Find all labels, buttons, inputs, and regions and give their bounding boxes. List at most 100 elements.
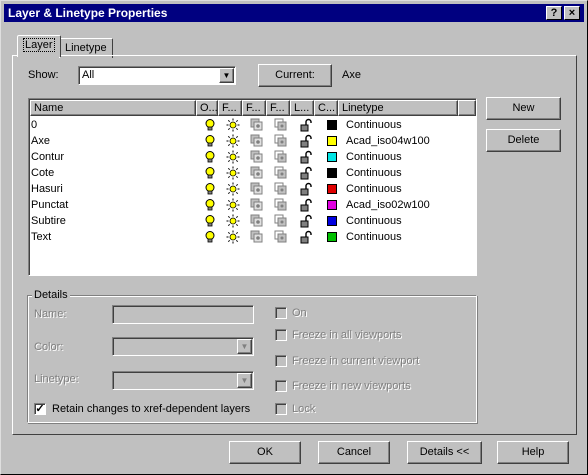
layer-linetype[interactable]: Continuous <box>346 117 402 133</box>
padlock-open-icon[interactable] <box>299 166 313 180</box>
lightbulb-icon[interactable] <box>203 134 217 148</box>
lock-checkbox[interactable] <box>275 403 287 415</box>
help-button[interactable]: Help <box>497 441 569 464</box>
table-row[interactable]: Text Continuous <box>30 229 475 245</box>
new-viewport-freeze-icon[interactable] <box>274 198 288 212</box>
table-row[interactable]: 0 Continuous <box>30 117 475 133</box>
viewport-freeze-icon[interactable] <box>250 118 264 132</box>
color-swatch[interactable] <box>327 232 337 242</box>
new-viewport-freeze-icon[interactable] <box>274 118 288 132</box>
new-viewport-freeze-icon[interactable] <box>274 134 288 148</box>
padlock-open-icon[interactable] <box>299 150 313 164</box>
color-dropdown[interactable]: ▼ <box>112 337 254 356</box>
chevron-down-icon[interactable]: ▼ <box>237 373 252 388</box>
column-header-freeze-new[interactable]: F... <box>266 100 290 116</box>
viewport-freeze-icon[interactable] <box>250 230 264 244</box>
freeze-current-viewport-checkbox[interactable] <box>275 355 287 367</box>
layer-linetype[interactable]: Continuous <box>346 149 402 165</box>
padlock-open-icon[interactable] <box>299 198 313 212</box>
column-header-freeze-current[interactable]: F... <box>242 100 266 116</box>
sun-icon[interactable] <box>226 182 240 196</box>
sun-icon[interactable] <box>226 230 240 244</box>
lightbulb-icon[interactable] <box>203 198 217 212</box>
freeze-new-viewports-checkbox[interactable] <box>275 380 287 392</box>
color-swatch[interactable] <box>327 168 337 178</box>
column-header-name[interactable]: Name <box>30 100 196 116</box>
ok-button[interactable]: OK <box>229 441 301 464</box>
sun-icon[interactable] <box>226 118 240 132</box>
sun-icon[interactable] <box>226 150 240 164</box>
cancel-button[interactable]: Cancel <box>318 441 390 464</box>
new-viewport-freeze-icon[interactable] <box>274 150 288 164</box>
table-row[interactable]: Axe Acad_iso04w100 <box>30 133 475 149</box>
lightbulb-icon[interactable] <box>203 166 217 180</box>
show-dropdown[interactable]: All ▼ <box>78 66 236 85</box>
layer-linetype[interactable]: Continuous <box>346 181 402 197</box>
padlock-open-icon[interactable] <box>299 118 313 132</box>
layer-list[interactable]: Name O... F... F... F... L... C... Linet… <box>28 98 477 276</box>
sun-icon[interactable] <box>226 166 240 180</box>
viewport-freeze-icon[interactable] <box>250 150 264 164</box>
color-swatch[interactable] <box>327 184 337 194</box>
color-swatch[interactable] <box>327 200 337 210</box>
sun-icon[interactable] <box>226 198 240 212</box>
lightbulb-icon[interactable] <box>203 230 217 244</box>
layer-linetype[interactable]: Continuous <box>346 165 402 181</box>
table-row[interactable]: Cote Continuous <box>30 165 475 181</box>
viewport-freeze-icon[interactable] <box>250 166 264 180</box>
layer-linetype-dialog: Layer & Linetype Properties ? × Layer Li… <box>0 0 588 475</box>
viewport-freeze-icon[interactable] <box>250 182 264 196</box>
table-row[interactable]: Contur Continuous <box>30 149 475 165</box>
lightbulb-icon[interactable] <box>203 118 217 132</box>
linetype-dropdown[interactable]: ▼ <box>112 371 254 390</box>
layer-linetype[interactable]: Continuous <box>346 229 402 245</box>
column-header-lock[interactable]: L... <box>290 100 314 116</box>
freeze-all-viewports-checkbox[interactable] <box>275 329 287 341</box>
column-header-on[interactable]: O... <box>196 100 218 116</box>
column-header-color[interactable]: C... <box>314 100 338 116</box>
padlock-open-icon[interactable] <box>299 182 313 196</box>
lightbulb-icon[interactable] <box>203 182 217 196</box>
padlock-open-icon[interactable] <box>299 230 313 244</box>
color-swatch[interactable] <box>327 216 337 226</box>
column-header-linetype[interactable]: Linetype <box>338 100 458 116</box>
retain-changes-checkbox[interactable]: ✓ <box>34 403 46 415</box>
column-header-freeze-all[interactable]: F... <box>218 100 242 116</box>
padlock-open-icon[interactable] <box>299 214 313 228</box>
table-row[interactable]: Punctat Acad_iso02w100 <box>30 197 475 213</box>
new-viewport-freeze-icon[interactable] <box>274 182 288 196</box>
new-viewport-freeze-icon[interactable] <box>274 214 288 228</box>
lightbulb-icon[interactable] <box>203 214 217 228</box>
linetype-label: Linetype: <box>34 373 79 385</box>
color-swatch[interactable] <box>327 136 337 146</box>
sun-icon[interactable] <box>226 214 240 228</box>
current-button-label: Current: <box>275 69 315 81</box>
lightbulb-icon[interactable] <box>203 150 217 164</box>
sun-icon[interactable] <box>226 134 240 148</box>
viewport-freeze-icon[interactable] <box>250 198 264 212</box>
color-swatch[interactable] <box>327 152 337 162</box>
name-field[interactable] <box>112 305 254 324</box>
viewport-freeze-icon[interactable] <box>250 214 264 228</box>
chevron-down-icon[interactable]: ▼ <box>219 68 234 83</box>
padlock-open-icon[interactable] <box>299 134 313 148</box>
table-row[interactable]: Hasuri Continuous <box>30 181 475 197</box>
delete-button[interactable]: Delete <box>486 129 561 152</box>
new-viewport-freeze-icon[interactable] <box>274 166 288 180</box>
color-swatch[interactable] <box>327 120 337 130</box>
table-row[interactable]: Subtire Continuous <box>30 213 475 229</box>
chevron-down-icon[interactable]: ▼ <box>237 339 252 354</box>
tab-layer[interactable]: Layer <box>17 35 61 57</box>
new-viewport-freeze-icon[interactable] <box>274 230 288 244</box>
viewport-freeze-icon[interactable] <box>250 134 264 148</box>
close-button[interactable]: × <box>564 6 580 20</box>
layer-linetype[interactable]: Continuous <box>346 213 402 229</box>
new-button[interactable]: New <box>486 97 561 120</box>
layer-linetype[interactable]: Acad_iso02w100 <box>346 197 430 213</box>
layer-linetype[interactable]: Acad_iso04w100 <box>346 133 430 149</box>
on-checkbox[interactable] <box>275 307 287 319</box>
current-button[interactable]: Current: <box>258 64 332 87</box>
details-button[interactable]: Details << <box>407 441 482 464</box>
help-title-button[interactable]: ? <box>546 6 562 20</box>
title-bar[interactable]: Layer & Linetype Properties ? × <box>4 4 584 22</box>
